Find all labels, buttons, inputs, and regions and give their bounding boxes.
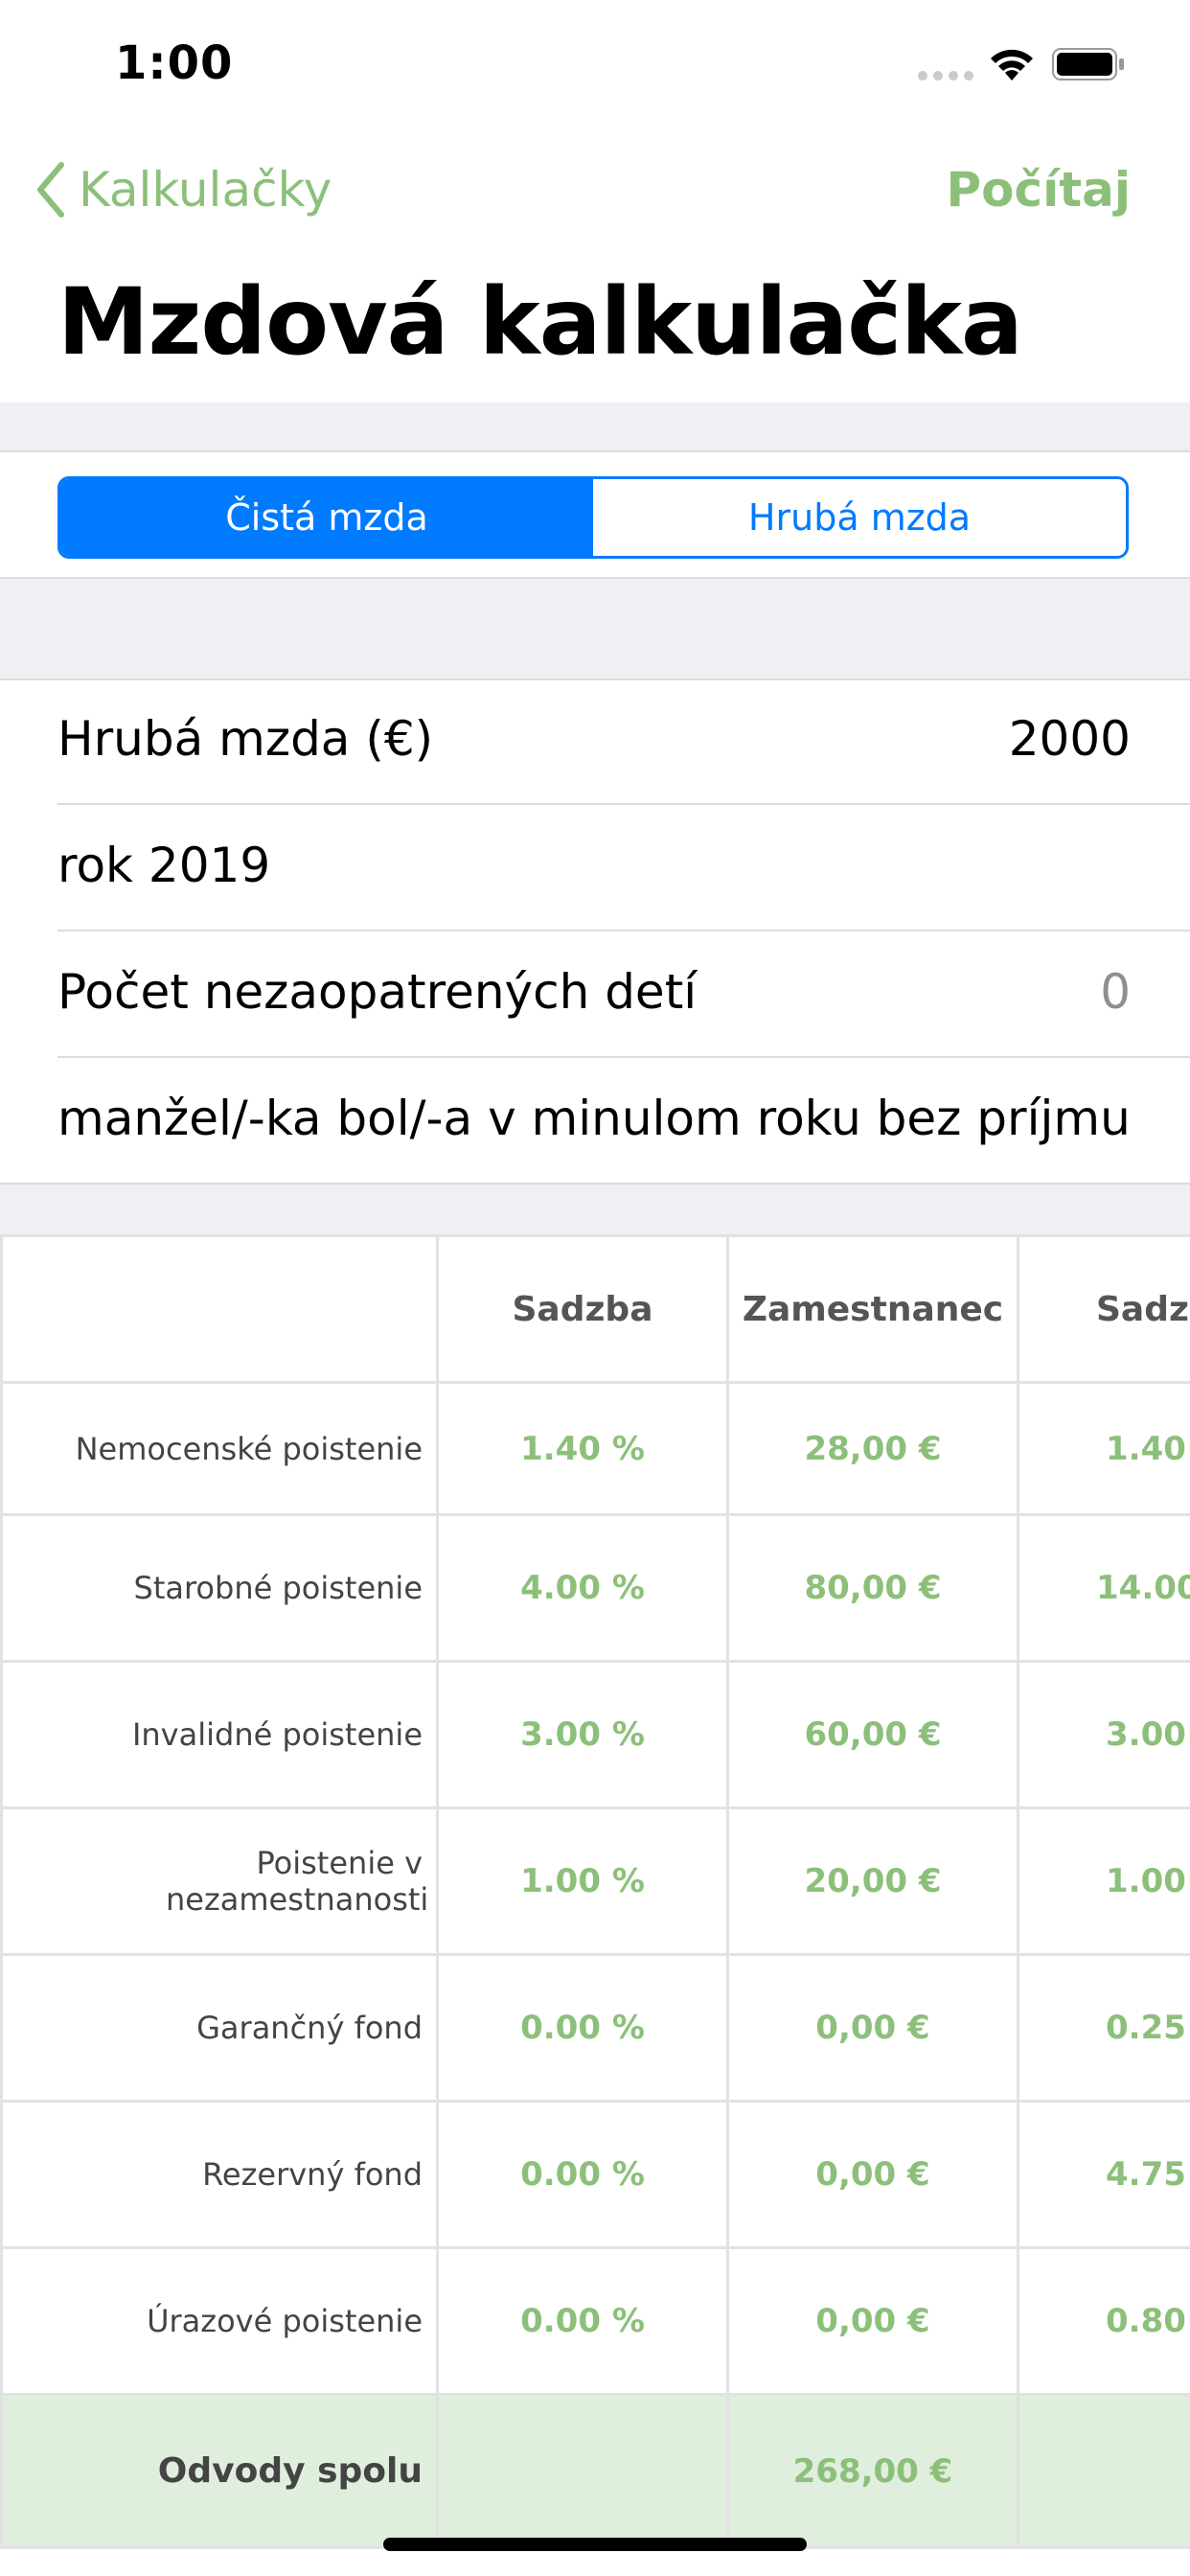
children-count-label: Počet nezaopatrených detí <box>57 964 698 1020</box>
chevron-left-icon <box>37 162 64 218</box>
employee-cell: 80,00 € <box>726 1513 1019 1663</box>
year-row[interactable]: rok 2019 <box>57 838 270 893</box>
table-header-row: Sadzba Zamestnanec Sadzba <box>0 1234 1190 1384</box>
compute-button[interactable]: Počítaj <box>946 159 1131 220</box>
section-spacer <box>0 402 1190 452</box>
rate-cell: 1.00 % <box>436 1806 729 1956</box>
spouse-without-income-row[interactable]: manžel/-ka bol/-a v minulom roku bez prí… <box>57 1091 1131 1146</box>
page-title: Mzdová kalkulačka <box>57 268 1023 376</box>
table-row: Starobné poistenie 4.00 % 80,00 € 14.00 … <box>0 1513 1190 1663</box>
table-row: Rezervný fond 0.00 % 0,00 € 4.75 % <box>0 2100 1190 2249</box>
employee-cell: 0,00 € <box>726 1953 1019 2103</box>
battery-icon <box>1052 48 1124 80</box>
employee-cell: 20,00 € <box>726 1806 1019 1956</box>
row-label: Garančný fond <box>0 1953 439 2103</box>
segment-gross-salary[interactable]: Hrubá mzda <box>593 479 1126 556</box>
section-spacer <box>0 579 1190 678</box>
header-rate: Sadzba <box>436 1234 729 1384</box>
rate2-cell: 3.00 % <box>1017 1660 1190 1809</box>
table-row: Garančný fond 0.00 % 0,00 € 0.25 % <box>0 1953 1190 2103</box>
table-row: Invalidné poistenie 3.00 % 60,00 € 3.00 … <box>0 1660 1190 1809</box>
segment-net-salary[interactable]: Čistá mzda <box>60 479 593 556</box>
gross-salary-label: Hrubá mzda (€) <box>57 711 434 767</box>
row-label: Nemocenské poistenie <box>0 1381 439 1516</box>
header-employee: Zamestnanec <box>726 1234 1019 1384</box>
row-label: Rezervný fond <box>0 2100 439 2249</box>
rate-cell: 3.00 % <box>436 1660 729 1809</box>
employee-cell: 0,00 € <box>726 2246 1019 2396</box>
status-time: 1:00 <box>115 36 234 90</box>
section-spacer <box>0 1184 1190 1234</box>
wifi-icon <box>991 49 1033 80</box>
total-rate2-cell <box>1017 2393 1190 2549</box>
rate-cell: 0.00 % <box>436 2100 729 2249</box>
cellular-signal-icon <box>918 71 973 80</box>
rate-cell: 4.00 % <box>436 1513 729 1663</box>
rate2-cell: 0.25 % <box>1017 1953 1190 2103</box>
employee-cell: 28,00 € <box>726 1381 1019 1516</box>
employee-cell: 60,00 € <box>726 1660 1019 1809</box>
table-row: Úrazové poistenie 0.00 % 0,00 € 0.80 % <box>0 2246 1190 2396</box>
rate-cell: 0.00 % <box>436 1953 729 2103</box>
employee-cell: 0,00 € <box>726 2100 1019 2249</box>
header-empty <box>0 1234 439 1384</box>
total-rate-cell <box>436 2393 729 2549</box>
row-label: Poistenie v nezamestnanosti <box>0 1806 439 1956</box>
row-label: Invalidné poistenie <box>0 1660 439 1809</box>
rate-cell: 0.00 % <box>436 2246 729 2396</box>
contributions-table-scroll[interactable]: Sadzba Zamestnanec Sadzba Nemocenské poi… <box>0 1234 1190 2576</box>
rate-cell: 1.40 % <box>436 1381 729 1516</box>
salary-type-segmented-control[interactable]: Čistá mzda Hrubá mzda <box>57 476 1129 559</box>
table-row: Nemocenské poistenie 1.40 % 28,00 € 1.40… <box>0 1381 1190 1516</box>
back-button[interactable]: Kalkulačky <box>34 159 332 220</box>
row-label: Úrazové poistenie <box>0 2246 439 2396</box>
children-count-input[interactable]: 0 <box>1100 964 1131 1020</box>
rate2-cell: 0.80 % <box>1017 2246 1190 2396</box>
rate2-cell: 4.75 % <box>1017 2100 1190 2249</box>
rate2-cell: 1.40 % <box>1017 1381 1190 1516</box>
back-button-label: Kalkulačky <box>79 162 332 218</box>
total-employee-cell: 268,00 € <box>726 2393 1019 2549</box>
rate2-cell: 1.00 % <box>1017 1806 1190 1956</box>
table-row: Poistenie v nezamestnanosti 1.00 % 20,00… <box>0 1806 1190 1956</box>
header-rate-employer: Sadzba <box>1017 1234 1190 1384</box>
total-label: Odvody spolu <box>0 2393 439 2549</box>
rate2-cell: 14.00 % <box>1017 1513 1190 1663</box>
home-indicator[interactable] <box>383 2538 807 2551</box>
row-label: Starobné poistenie <box>0 1513 439 1663</box>
contributions-table: Sadzba Zamestnanec Sadzba Nemocenské poi… <box>0 1234 1190 2549</box>
table-total-row: Odvody spolu 268,00 € <box>0 2393 1190 2549</box>
gross-salary-input[interactable]: 2000 <box>1009 711 1131 767</box>
